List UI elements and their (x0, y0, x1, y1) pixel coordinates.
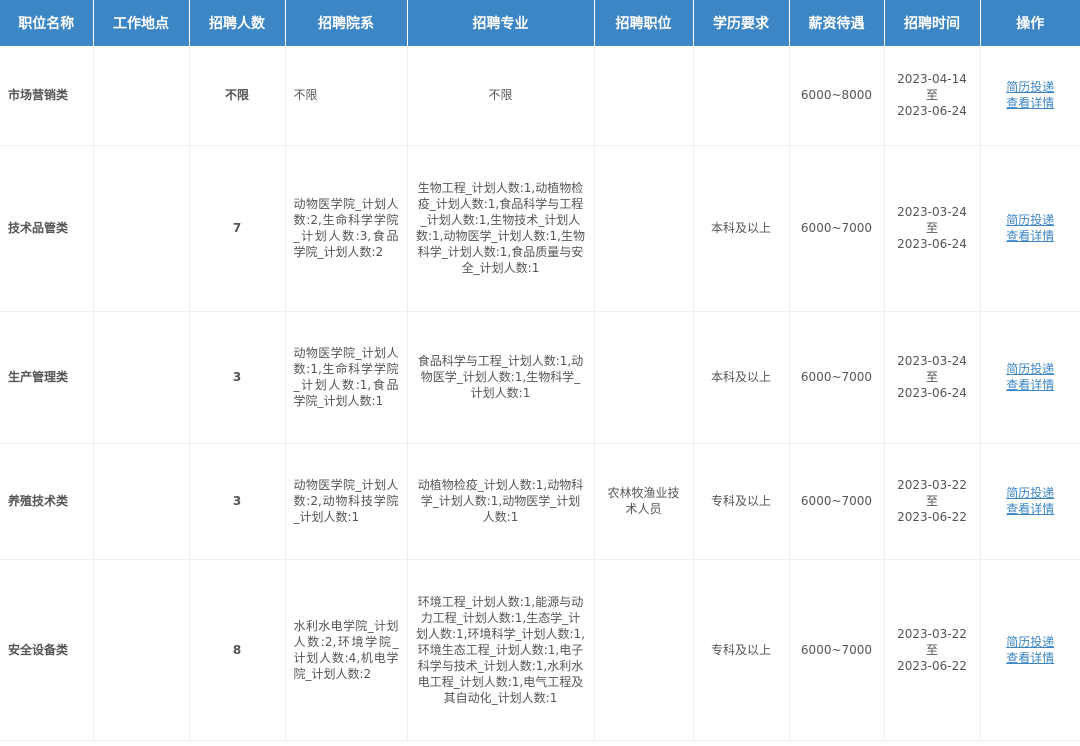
cell-major: 不限 (407, 46, 595, 146)
cell-position-name: 市场营销类 (0, 46, 94, 146)
time-separator: 至 (925, 642, 938, 657)
cell-major: 环境工程_计划人数:1,能源与动力工程_计划人数:1,生态学_计划人数:1,环境… (407, 559, 595, 741)
cell-department: 不限 (285, 46, 408, 146)
header-time: 招聘时间 (884, 0, 981, 46)
time-start: 2023-03-22 (897, 478, 967, 492)
time-separator: 至 (925, 370, 938, 384)
time-end: 2023-06-22 (897, 510, 967, 524)
cell-location (93, 443, 190, 560)
time-end: 2023-06-24 (897, 104, 967, 119)
time-separator: 至 (925, 221, 938, 235)
cell-count: 7 (189, 145, 286, 312)
time-separator: 至 (925, 88, 938, 103)
time-start: 2023-03-24 (897, 205, 967, 219)
view-details-link[interactable]: 查看详情 (1006, 377, 1054, 393)
cell-count: 不限 (189, 46, 286, 146)
cell-education (693, 46, 790, 146)
cell-position (594, 46, 694, 146)
cell-operations: 简历投递 查看详情 (980, 46, 1080, 146)
cell-major: 动植物检疫_计划人数:1,动物科学_计划人数:1,动物医学_计划人数:1 (407, 443, 595, 560)
resume-submit-link[interactable]: 简历投递 (1006, 361, 1054, 377)
cell-major: 食品科学与工程_计划人数:1,动物医学_计划人数:1,生物科学_计划人数:1 (407, 311, 595, 444)
table-row: 安全设备类 8 水利水电学院_计划人数:2,环境学院_计划人数:4,机电学院_计… (0, 559, 1080, 741)
time-separator: 至 (925, 494, 938, 508)
resume-submit-link[interactable]: 简历投递 (1006, 212, 1054, 228)
cell-position (594, 145, 694, 312)
table-header-row: 职位名称 工作地点 招聘人数 招聘院系 招聘专业 招聘职位 学历要求 薪资待遇 … (0, 0, 1080, 46)
table-row: 养殖技术类 3 动物医学院_计划人数:2,动物科技学院_计划人数:1 动植物检疫… (0, 443, 1080, 560)
resume-submit-link[interactable]: 简历投递 (1006, 79, 1054, 95)
cell-operations: 简历投递 查看详情 (980, 145, 1080, 312)
cell-time: 2023-03-22 至 2023-06-22 (884, 559, 981, 741)
resume-submit-link[interactable]: 简历投递 (1006, 634, 1054, 650)
cell-salary: 6000~7000 (789, 443, 885, 560)
cell-time: 2023-04-14 至 2023-06-24 (884, 46, 981, 146)
cell-count: 8 (189, 559, 286, 741)
cell-department: 动物医学院_计划人数:1,生命科学学院_计划人数:1,食品学院_计划人数:1 (285, 311, 408, 444)
cell-position (594, 311, 694, 444)
cell-position-name: 生产管理类 (0, 311, 94, 444)
view-details-link[interactable]: 查看详情 (1006, 501, 1054, 517)
view-details-link[interactable]: 查看详情 (1006, 650, 1054, 666)
cell-education: 本科及以上 (693, 145, 790, 312)
resume-submit-link[interactable]: 简历投递 (1006, 485, 1054, 501)
cell-count: 3 (189, 311, 286, 444)
cell-count: 3 (189, 443, 286, 560)
table-row: 技术品管类 7 动物医学院_计划人数:2,生命科学学院_计划人数:3,食品学院_… (0, 145, 1080, 312)
header-position-name: 职位名称 (0, 0, 94, 46)
cell-education: 专科及以上 (693, 559, 790, 741)
time-start: 2023-03-24 (897, 354, 967, 368)
header-operations: 操作 (980, 0, 1080, 46)
cell-time: 2023-03-22 至 2023-06-22 (884, 443, 981, 560)
cell-location (93, 145, 190, 312)
cell-major: 生物工程_计划人数:1,动植物检疫_计划人数:1,食品科学与工程_计划人数:1,… (407, 145, 595, 312)
cell-operations: 简历投递 查看详情 (980, 443, 1080, 560)
time-end: 2023-06-24 (897, 237, 967, 251)
view-details-link[interactable]: 查看详情 (1006, 95, 1054, 111)
header-major: 招聘专业 (407, 0, 595, 46)
cell-department: 动物医学院_计划人数:2,生命科学学院_计划人数:3,食品学院_计划人数:2 (285, 145, 408, 312)
cell-location (93, 559, 190, 741)
cell-position-name: 技术品管类 (0, 145, 94, 312)
cell-salary: 6000~7000 (789, 311, 885, 444)
cell-department: 动物医学院_计划人数:2,动物科技学院_计划人数:1 (285, 443, 408, 560)
time-end: 2023-06-22 (897, 658, 967, 673)
cell-position (594, 559, 694, 741)
recruitment-table: 职位名称 工作地点 招聘人数 招聘院系 招聘专业 招聘职位 学历要求 薪资待遇 … (0, 0, 1080, 741)
header-position: 招聘职位 (594, 0, 694, 46)
cell-position-name: 养殖技术类 (0, 443, 94, 560)
cell-time: 2023-03-24 至 2023-06-24 (884, 145, 981, 312)
header-education: 学历要求 (693, 0, 790, 46)
header-location: 工作地点 (93, 0, 190, 46)
cell-salary: 6000~7000 (789, 559, 885, 741)
time-start: 2023-04-14 (897, 72, 967, 87)
view-details-link[interactable]: 查看详情 (1006, 228, 1054, 244)
cell-education: 本科及以上 (693, 311, 790, 444)
cell-salary: 6000~8000 (789, 46, 885, 146)
cell-operations: 简历投递 查看详情 (980, 311, 1080, 444)
cell-position-name: 安全设备类 (0, 559, 94, 741)
cell-time: 2023-03-24 至 2023-06-24 (884, 311, 981, 444)
cell-department: 水利水电学院_计划人数:2,环境学院_计划人数:4,机电学院_计划人数:2 (285, 559, 408, 741)
cell-location (93, 46, 190, 146)
cell-operations: 简历投递 查看详情 (980, 559, 1080, 741)
time-end: 2023-06-24 (897, 386, 967, 400)
cell-position: 农林牧渔业技术人员 (594, 443, 694, 560)
cell-salary: 6000~7000 (789, 145, 885, 312)
header-department: 招聘院系 (285, 0, 408, 46)
table-row: 生产管理类 3 动物医学院_计划人数:1,生命科学学院_计划人数:1,食品学院_… (0, 311, 1080, 444)
header-count: 招聘人数 (189, 0, 286, 46)
header-salary: 薪资待遇 (789, 0, 885, 46)
table-row: 市场营销类 不限 不限 不限 6000~8000 2023-04-14 至 20… (0, 46, 1080, 146)
cell-location (93, 311, 190, 444)
cell-education: 专科及以上 (693, 443, 790, 560)
time-start: 2023-03-22 (897, 626, 967, 641)
